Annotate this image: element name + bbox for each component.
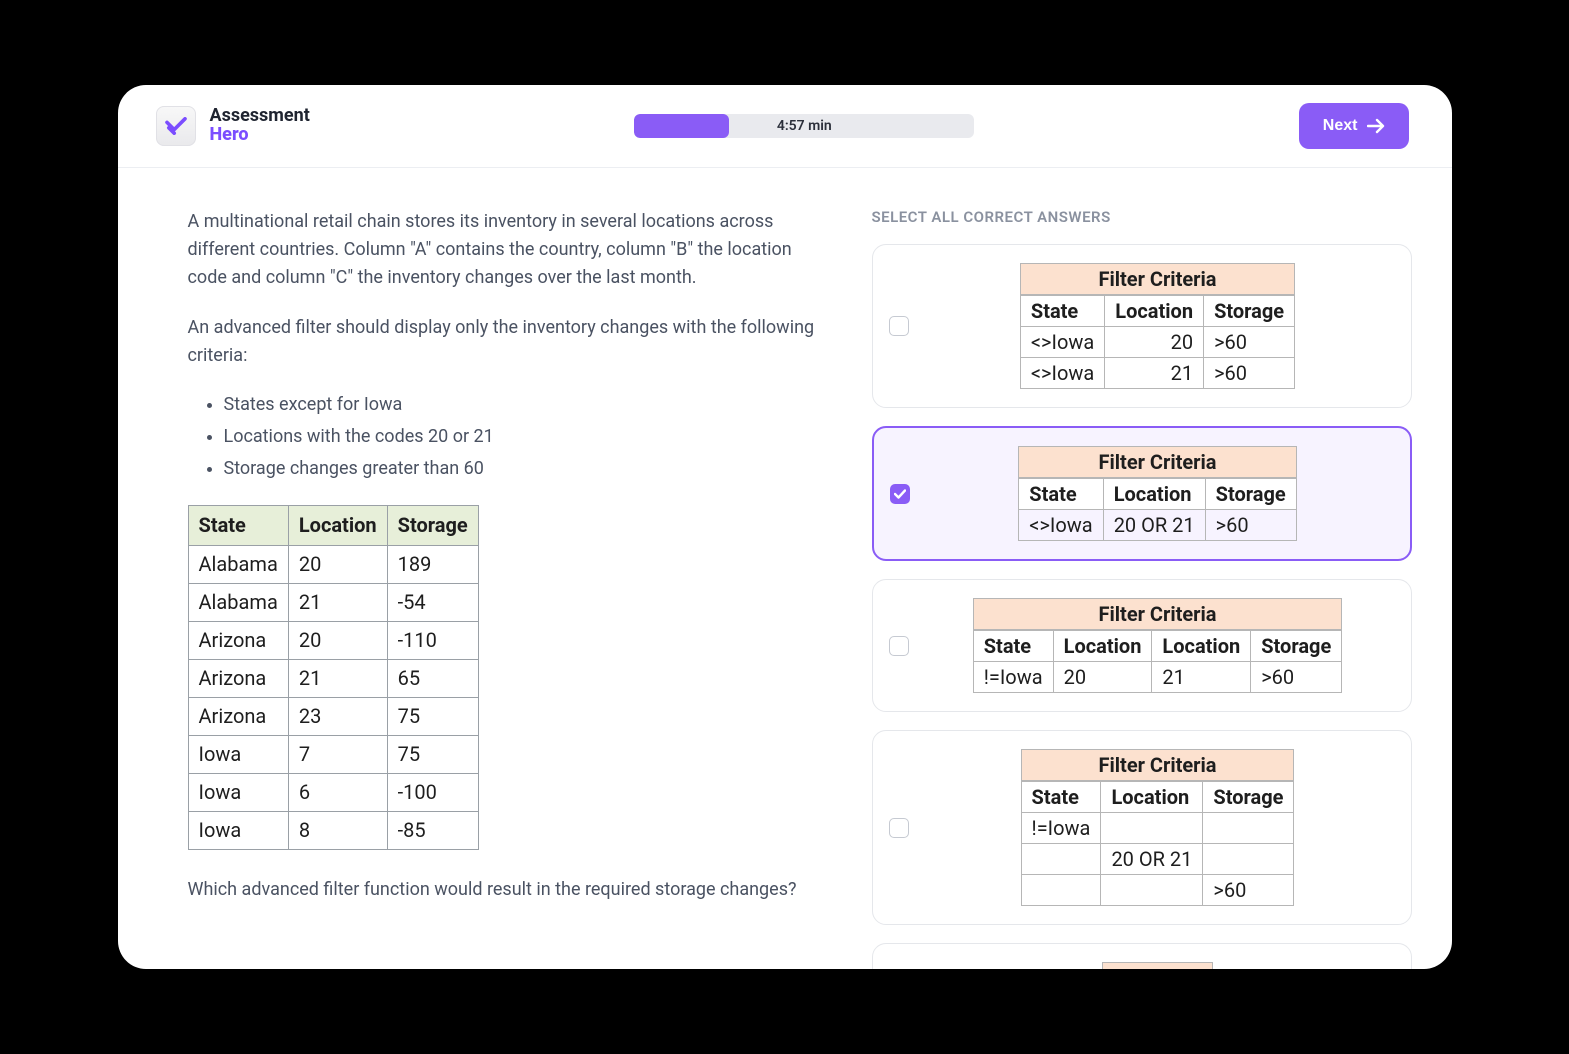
criteria-item: Storage changes greater than 60: [224, 455, 822, 483]
question-p2: An advanced filter should display only t…: [188, 314, 822, 370]
table-row: Alabama20189: [188, 546, 478, 584]
progress-fill: [634, 114, 729, 138]
table-header: Location: [288, 506, 387, 546]
answers-header: SELECT ALL CORRECT ANSWERS: [872, 208, 1412, 226]
question-p1: A multinational retail chain stores its …: [188, 208, 822, 292]
checkbox[interactable]: [890, 484, 910, 504]
answer-option-4[interactable]: Filter CriteriaStateLocationStorage!=Iow…: [872, 730, 1412, 925]
app-frame: Assessment Hero 4:57 min Next A multinat…: [118, 85, 1452, 969]
answer-option-1[interactable]: Filter CriteriaStateLocationStorage<>Iow…: [872, 244, 1412, 408]
question-panel: A multinational retail chain stores its …: [158, 208, 822, 969]
table-row: Iowa8-85: [188, 812, 478, 850]
criteria-item: States except for Iowa: [224, 391, 822, 419]
checkbox[interactable]: [889, 636, 909, 656]
filter-row: !=Iowa: [1021, 813, 1294, 844]
table-row: Alabama21-54: [188, 584, 478, 622]
filter-row: <>Iowa20>60: [1020, 327, 1294, 358]
answer-body: Filter CriteriaStateLocationStorage!=Iow…: [923, 749, 1393, 906]
next-label: Next: [1323, 117, 1358, 135]
brand-icon: [156, 106, 196, 146]
progress-label: 4:57 min: [777, 118, 832, 134]
answer-body: Filter CriteriaStateLocationStorage<>Iow…: [924, 446, 1392, 541]
answers-panel: SELECT ALL CORRECT ANSWERS Filter Criter…: [872, 208, 1412, 969]
question-p3: Which advanced filter function would res…: [188, 876, 822, 904]
filter-row: 20 OR 21: [1021, 844, 1294, 875]
filter-caption: Filter Criteria: [1020, 263, 1295, 295]
filter-row: <>Iowa20 OR 21>60: [1019, 510, 1296, 541]
criteria-list: States except for Iowa Locations with th…: [224, 391, 822, 483]
answer-option-5[interactable]: Filter CriteriaState: [872, 943, 1412, 969]
filter-caption: Filter Criteria: [1102, 962, 1213, 969]
table-row: Arizona2165: [188, 660, 478, 698]
table-header: Storage: [387, 506, 478, 546]
filter-caption: Filter Criteria: [973, 598, 1343, 630]
filter-row: !=Iowa2021>60: [973, 662, 1342, 693]
answer-body: Filter CriteriaState: [923, 962, 1393, 969]
checkbox[interactable]: [889, 316, 909, 336]
answer-option-3[interactable]: Filter CriteriaStateLocationLocationStor…: [872, 579, 1412, 712]
table-row: Iowa6-100: [188, 774, 478, 812]
progress-bar: 4:57 min: [634, 114, 974, 138]
answer-body: Filter CriteriaStateLocationLocationStor…: [923, 598, 1393, 693]
table-row: Iowa775: [188, 736, 478, 774]
filter-row: >60: [1021, 875, 1294, 906]
filter-row: <>Iowa21>60: [1020, 358, 1294, 389]
table-header: State: [188, 506, 288, 546]
table-row: Arizona2375: [188, 698, 478, 736]
content: A multinational retail chain stores its …: [118, 168, 1452, 969]
answer-option-2[interactable]: Filter CriteriaStateLocationStorage<>Iow…: [872, 426, 1412, 561]
criteria-item: Locations with the codes 20 or 21: [224, 423, 822, 451]
filter-caption: Filter Criteria: [1021, 749, 1295, 781]
table-row: Arizona20-110: [188, 622, 478, 660]
brand: Assessment Hero: [156, 106, 310, 146]
header: Assessment Hero 4:57 min Next: [118, 85, 1452, 168]
brand-line2: Hero: [210, 126, 310, 145]
answer-body: Filter CriteriaStateLocationStorage<>Iow…: [923, 263, 1393, 389]
checkbox[interactable]: [889, 818, 909, 838]
filter-caption: Filter Criteria: [1018, 446, 1296, 478]
next-button[interactable]: Next: [1299, 103, 1410, 149]
inventory-table: StateLocationStorage Alabama20189Alabama…: [188, 505, 479, 850]
arrow-right-icon: [1367, 118, 1385, 134]
